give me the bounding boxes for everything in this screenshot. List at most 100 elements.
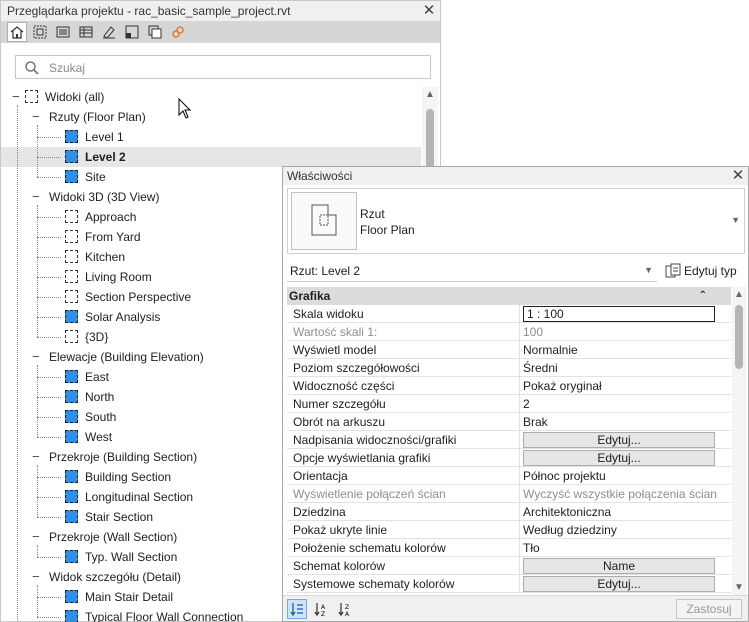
group-header-graphics[interactable]: Grafika ⌃ bbox=[287, 287, 731, 305]
legends-filter-icon[interactable] bbox=[53, 22, 73, 42]
collapse-icon[interactable]: − bbox=[32, 527, 40, 547]
chevron-down-icon: ▼ bbox=[644, 265, 653, 275]
property-row: Poziom szczegółowości Średni bbox=[287, 359, 731, 377]
tree-guide bbox=[37, 365, 38, 437]
close-icon[interactable]: ✕ bbox=[731, 168, 745, 183]
floor-plan-type-icon bbox=[291, 192, 357, 250]
chevron-down-icon[interactable]: ▼ bbox=[731, 215, 740, 225]
column-divider bbox=[519, 575, 520, 593]
property-value[interactable]: Architektoniczna bbox=[523, 503, 717, 521]
tree-item-label: Living Room bbox=[85, 270, 152, 284]
property-name: Nadpisania widoczności/grafiki bbox=[293, 433, 457, 447]
view-3d-icon bbox=[65, 270, 78, 283]
property-value[interactable]: Średni bbox=[523, 359, 717, 377]
search-field[interactable]: Szukaj bbox=[15, 55, 431, 79]
property-value: Wyczyść wszystkie połączenia ścian bbox=[523, 487, 717, 501]
property-value[interactable]: Brak bbox=[523, 413, 717, 431]
families-filter-icon[interactable] bbox=[122, 22, 142, 42]
property-value[interactable]: Pokaż oryginał bbox=[523, 377, 717, 395]
apply-button[interactable]: Zastosuj bbox=[676, 599, 742, 619]
tree-category[interactable]: − Rzuty (Floor Plan) bbox=[1, 107, 421, 127]
property-row: Systemowe schematy kolorów Edytuj... bbox=[287, 575, 731, 593]
sheets-filter-icon[interactable] bbox=[99, 22, 119, 42]
column-divider bbox=[519, 431, 520, 449]
plan-view-icon bbox=[65, 410, 78, 423]
property-edit-button[interactable]: Edytuj... bbox=[523, 432, 715, 448]
search-icon bbox=[25, 61, 39, 75]
revit-links-icon[interactable] bbox=[168, 22, 188, 42]
sort-ascending-icon[interactable]: AZ bbox=[311, 599, 331, 619]
tree-item-label: From Yard bbox=[85, 230, 141, 244]
tree-guide bbox=[37, 125, 38, 177]
tree-item-label: Kitchen bbox=[85, 250, 126, 264]
collapse-icon[interactable]: − bbox=[32, 187, 40, 207]
plan-view-icon bbox=[65, 370, 78, 383]
tree-item-label: Typ. Wall Section bbox=[85, 550, 178, 564]
tree-item-label: Approach bbox=[85, 210, 137, 224]
plan-view-icon bbox=[65, 150, 78, 163]
tree-category[interactable]: − Widoki (all) bbox=[1, 87, 421, 107]
tree-guide bbox=[37, 205, 38, 337]
property-name: Poziom szczegółowości bbox=[293, 361, 420, 375]
collapse-icon[interactable]: − bbox=[32, 567, 40, 587]
tree-item-label: Level 1 bbox=[85, 130, 124, 144]
scroll-down-icon[interactable]: ▼ bbox=[734, 582, 744, 593]
svg-text:A: A bbox=[345, 611, 350, 617]
property-row: Pokaż ukryte linie Według dziedziny bbox=[287, 521, 731, 539]
tree-item-label: Przekroje (Building Section) bbox=[49, 450, 198, 464]
view-3d-icon bbox=[65, 230, 78, 243]
tree-item-label: Section Perspective bbox=[85, 290, 192, 304]
view-item[interactable]: Level 1 bbox=[1, 127, 421, 147]
property-value[interactable]: 2 bbox=[523, 395, 717, 413]
column-divider bbox=[519, 341, 520, 359]
collapse-icon[interactable]: − bbox=[32, 347, 40, 367]
property-row: Dziedzina Architektoniczna bbox=[287, 503, 731, 521]
property-value[interactable]: Północ projektu bbox=[523, 467, 717, 485]
views-group-icon bbox=[25, 90, 38, 103]
properties-scrollbar[interactable]: ▲ ▼ bbox=[732, 287, 746, 595]
property-edit-button[interactable]: Name bbox=[523, 558, 715, 574]
schedules-filter-icon[interactable] bbox=[76, 22, 96, 42]
tree-guide bbox=[37, 465, 38, 517]
tree-item-label: Przekroje (Wall Section) bbox=[49, 530, 178, 544]
tree-guide bbox=[17, 105, 18, 622]
collapse-icon[interactable]: ⌃ bbox=[699, 287, 707, 305]
property-name: Schemat kolorów bbox=[293, 559, 386, 573]
property-value[interactable]: Według dziedziny bbox=[523, 521, 717, 539]
plan-view-icon bbox=[65, 510, 78, 523]
tree-item-label: Elewacje (Building Elevation) bbox=[49, 350, 204, 364]
views-filter-icon[interactable] bbox=[30, 22, 50, 42]
column-divider bbox=[519, 539, 520, 557]
property-value[interactable]: Tło bbox=[523, 539, 717, 557]
collapse-icon[interactable]: − bbox=[32, 447, 40, 467]
scroll-thumb[interactable] bbox=[735, 305, 743, 369]
project-browser-titlebar[interactable]: Przeglądarka projektu - rac_basic_sample… bbox=[1, 1, 440, 21]
groups-filter-icon[interactable] bbox=[145, 22, 165, 42]
property-name: Pokaż ukryte linie bbox=[293, 523, 388, 537]
property-name: Obrót na arkuszu bbox=[293, 415, 386, 429]
property-edit-button[interactable]: Edytuj... bbox=[523, 576, 715, 592]
instance-filter-select[interactable]: Rzut: Level 2 ▼ bbox=[287, 260, 657, 282]
tree-item-label: West bbox=[85, 430, 113, 444]
collapse-icon[interactable]: − bbox=[32, 107, 40, 127]
view-3d-icon bbox=[65, 330, 78, 343]
property-value[interactable]: Normalnie bbox=[523, 341, 717, 359]
sort-descending-icon[interactable]: ZA bbox=[335, 599, 355, 619]
tree-item-label: North bbox=[85, 390, 115, 404]
edit-type-button[interactable]: Edytuj typ bbox=[662, 261, 744, 281]
close-icon[interactable]: ✕ bbox=[422, 3, 436, 18]
scroll-up-icon[interactable]: ▲ bbox=[425, 89, 435, 100]
view-item[interactable]: Level 2 bbox=[1, 147, 421, 167]
column-divider bbox=[519, 395, 520, 413]
collapse-icon[interactable]: − bbox=[12, 87, 20, 107]
properties-titlebar[interactable]: Właściwości ✕ bbox=[283, 167, 748, 185]
column-divider bbox=[519, 359, 520, 377]
type-selector[interactable]: Rzut Floor Plan ▼ bbox=[287, 188, 745, 254]
column-divider bbox=[519, 377, 520, 395]
property-value[interactable]: 1 : 100 bbox=[523, 306, 715, 322]
property-edit-button[interactable]: Edytuj... bbox=[523, 450, 715, 466]
browser-organization-icon[interactable] bbox=[7, 22, 27, 42]
properties-panel: Właściwości ✕ Rzut Floor Plan ▼ Rzut: Le… bbox=[282, 166, 749, 622]
scroll-up-icon[interactable]: ▲ bbox=[734, 289, 744, 300]
sort-categorized-icon[interactable] bbox=[287, 599, 307, 619]
